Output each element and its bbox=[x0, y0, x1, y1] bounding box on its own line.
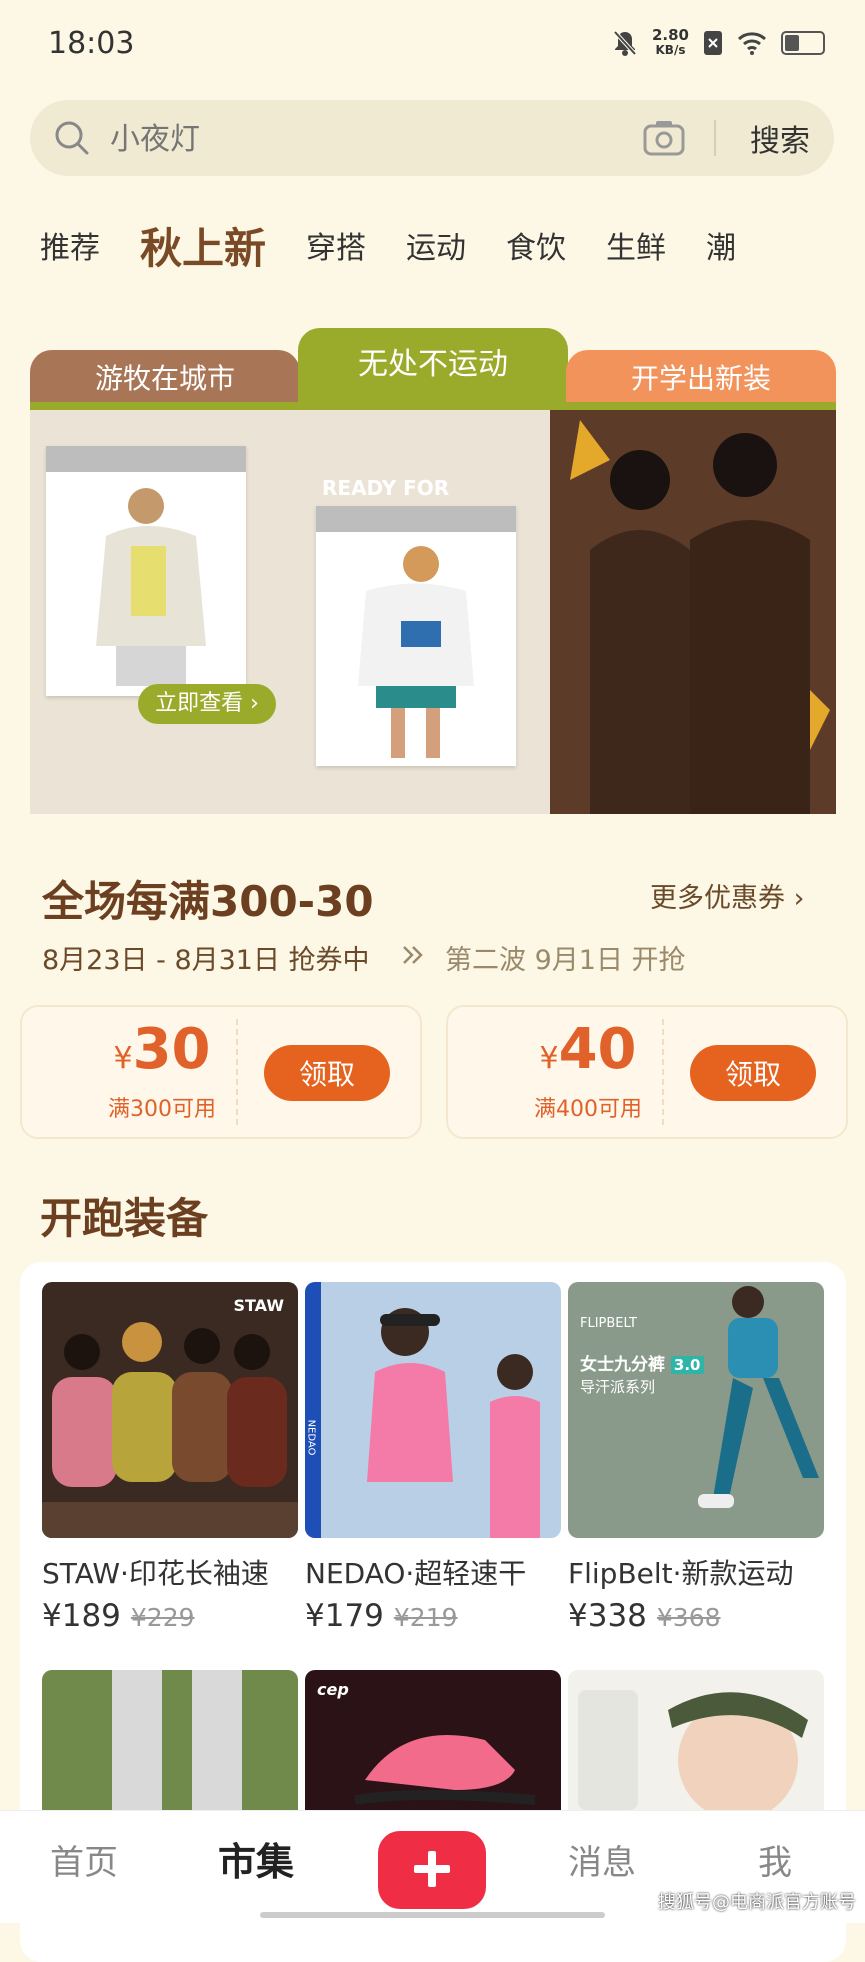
claim-button[interactable]: 领取 bbox=[690, 1045, 816, 1101]
camera-icon[interactable] bbox=[642, 118, 686, 158]
section-title: 开跑装备 bbox=[40, 1194, 209, 1243]
brand-logo: NEDAO bbox=[305, 1419, 317, 1456]
coupon-divider bbox=[662, 1019, 664, 1125]
banner-tabs: 游牧在城市 无处不运动 开学出新装 bbox=[30, 328, 836, 412]
watermark: 搜狐号@电商派官方账号 bbox=[658, 1892, 856, 1913]
coupon-card-40[interactable]: ¥40 满400可用 领取 bbox=[446, 1005, 848, 1139]
product-name: FlipBelt·新款运动 bbox=[568, 1557, 794, 1590]
brand-logo: FLIPBELT bbox=[580, 1316, 637, 1331]
banner-tab-sport[interactable]: 无处不运动 bbox=[298, 328, 568, 412]
sim-icon bbox=[704, 31, 722, 55]
home-indicator bbox=[260, 1912, 605, 1918]
brand-logo: STAW bbox=[233, 1296, 284, 1315]
mute-bell-icon bbox=[613, 30, 637, 56]
banner-right-panel bbox=[550, 410, 836, 814]
product-card-nedao[interactable]: NEDAO NEDAO·超轻速干 ¥179 ¥219 bbox=[305, 1282, 561, 1634]
promo-title: 全场每满300-30 bbox=[42, 877, 374, 926]
product-image: STAW bbox=[42, 1282, 298, 1538]
tab-autumn-new[interactable]: 秋上新 bbox=[140, 215, 266, 276]
battery-icon bbox=[781, 31, 825, 55]
tab-recommend[interactable]: 推荐 bbox=[40, 223, 100, 267]
compression-socks-figure bbox=[112, 1670, 242, 1830]
add-post-button[interactable] bbox=[378, 1831, 486, 1909]
search-button[interactable]: 搜索 bbox=[730, 112, 830, 164]
product-price-row: ¥338 ¥368 bbox=[568, 1598, 824, 1634]
brand-logo: cep bbox=[317, 1680, 349, 1699]
nav-messages[interactable]: 消息 bbox=[568, 1835, 636, 1884]
product-card-cep[interactable]: cep bbox=[305, 1670, 561, 1830]
category-nav: 推荐 秋上新 穿搭 运动 食饮 生鲜 潮 bbox=[0, 210, 865, 280]
model-figure-2 bbox=[358, 546, 474, 758]
tab-food[interactable]: 食饮 bbox=[506, 223, 566, 267]
banner-overlay-text: READY FOR bbox=[322, 476, 450, 500]
product-name: STAW·印花长袖速 bbox=[42, 1557, 269, 1590]
status-time: 18:03 bbox=[48, 26, 135, 61]
nav-me[interactable]: 我 bbox=[758, 1835, 792, 1884]
headband-model-figure bbox=[578, 1690, 808, 1820]
product-series: 导汗派系列 bbox=[580, 1378, 656, 1396]
tab-outfit[interactable]: 穿搭 bbox=[306, 223, 366, 267]
tab-trend[interactable]: 潮 bbox=[706, 223, 736, 267]
banner-photo-2 bbox=[316, 506, 516, 766]
search-input[interactable] bbox=[108, 114, 652, 164]
coupon-amount: ¥30 bbox=[113, 1017, 211, 1082]
product-image: NEDAO bbox=[305, 1282, 561, 1538]
nav-market[interactable]: 市集 bbox=[218, 1831, 294, 1886]
double-chevron-icon bbox=[403, 946, 423, 964]
coupon-amount: ¥40 bbox=[539, 1017, 637, 1082]
search-bar[interactable]: 搜索 bbox=[30, 100, 834, 176]
runners-back-figure bbox=[42, 1322, 298, 1538]
product-price-row: ¥189 ¥229 bbox=[42, 1598, 298, 1634]
brand-stripe bbox=[305, 1282, 321, 1538]
nav-home[interactable]: 首页 bbox=[50, 1835, 118, 1884]
promo-banner[interactable]: 立即查看 › READY FOR bbox=[30, 410, 836, 814]
banner-left-panel: 立即查看 › READY FOR bbox=[30, 410, 576, 814]
status-bar: 18:03 2.80 KB/s bbox=[0, 0, 865, 90]
coupon-divider bbox=[236, 1019, 238, 1125]
banner-photo-1 bbox=[46, 446, 246, 696]
product-card-staw[interactable]: STAW STAW·印花长袖速 ¥189 ¥229 bbox=[42, 1282, 298, 1634]
plus-icon bbox=[414, 1850, 450, 1887]
promo-dates: 8月23日 - 8月31日 抢券中 bbox=[42, 945, 370, 976]
photo-clip-2 bbox=[316, 506, 516, 532]
claim-button[interactable]: 领取 bbox=[264, 1045, 390, 1101]
product-price-row: ¥179 ¥219 bbox=[305, 1598, 561, 1634]
promo-next-wave: 第二波 9月1日 开抢 bbox=[445, 945, 686, 976]
product-original-price: ¥368 bbox=[656, 1603, 721, 1632]
coupon-condition: 满300可用 bbox=[108, 1097, 216, 1122]
product-card-flipbelt[interactable]: FLIPBELT 女士九分裤 3.0 导汗派系列 FlipBelt·新款运动 ¥… bbox=[568, 1282, 824, 1634]
product-price: ¥338 bbox=[568, 1598, 647, 1634]
product-price: ¥179 bbox=[305, 1598, 384, 1634]
models-brown-tracksuit bbox=[550, 410, 836, 814]
runner-leggings-figure bbox=[698, 1286, 819, 1508]
product-card-socks[interactable] bbox=[42, 1670, 298, 1830]
photo-clip bbox=[46, 446, 246, 472]
view-now-button[interactable]: 立即查看 › bbox=[138, 684, 276, 724]
coupon-condition: 满400可用 bbox=[534, 1097, 642, 1122]
product-image: FLIPBELT 女士九分裤 3.0 导汗派系列 bbox=[568, 1282, 824, 1538]
product-name: NEDAO·超轻速干 bbox=[305, 1557, 527, 1590]
product-original-price: ¥229 bbox=[130, 1603, 195, 1632]
product-card-headband[interactable] bbox=[568, 1670, 824, 1830]
search-icon bbox=[55, 121, 89, 155]
more-coupons-link[interactable]: 更多优惠券 › bbox=[650, 876, 804, 915]
search-divider bbox=[714, 120, 716, 156]
tab-sports[interactable]: 运动 bbox=[406, 223, 466, 267]
network-speed: 2.80 KB/s bbox=[651, 26, 689, 58]
coupon-card-30[interactable]: ¥30 满300可用 领取 bbox=[20, 1005, 422, 1139]
product-price: ¥189 bbox=[42, 1598, 121, 1634]
wifi-icon bbox=[737, 32, 767, 55]
product-original-price: ¥219 bbox=[393, 1603, 458, 1632]
runner-pink-figure bbox=[367, 1308, 540, 1538]
tab-fresh[interactable]: 生鲜 bbox=[606, 223, 666, 267]
status-icons: 2.80 KB/s bbox=[612, 28, 825, 58]
model-figure-1 bbox=[96, 488, 206, 686]
